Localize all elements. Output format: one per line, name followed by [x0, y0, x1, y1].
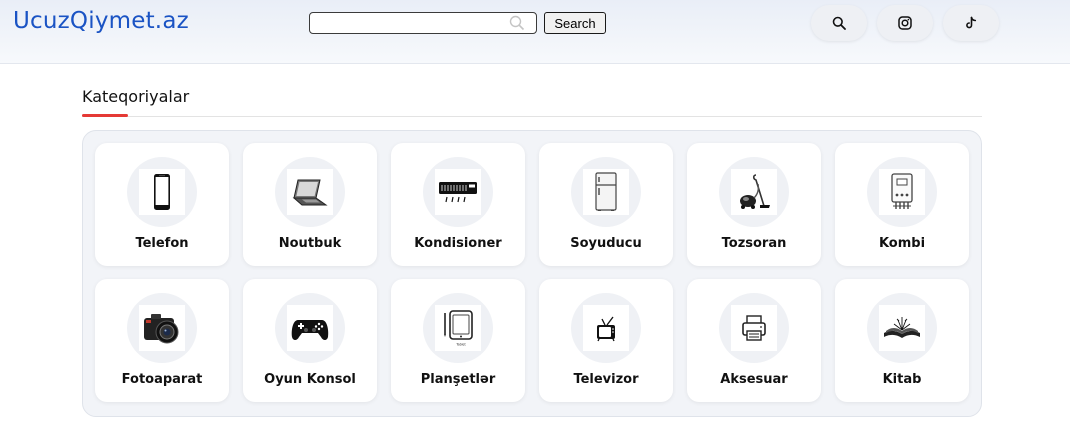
category-card-telefon[interactable]: Telefon	[95, 143, 229, 266]
tablet-icon-caption: Tablet	[455, 343, 466, 347]
category-label: Televizor	[573, 372, 639, 387]
category-card-kombi[interactable]: Kombi	[835, 143, 969, 266]
site-logo[interactable]: UcuzQiymet.az	[13, 8, 189, 34]
section-title: Kateqoriyalar	[82, 87, 190, 106]
vacuum-icon	[740, 174, 770, 209]
boiler-icon	[891, 173, 913, 209]
gamepad-icon	[291, 320, 329, 340]
category-label: Oyun Konsol	[264, 372, 356, 387]
tablet-icon: Tablet	[444, 310, 473, 347]
category-card-noutbuk[interactable]: Noutbuk	[243, 143, 377, 266]
fridge-icon	[595, 172, 617, 211]
book-icon	[884, 317, 920, 338]
search-icon	[832, 16, 846, 30]
category-label: Kitab	[882, 372, 922, 387]
instagram-icon	[898, 16, 912, 30]
category-card-plansetler[interactable]: Tablet Planşetlər	[391, 279, 525, 402]
category-card-fotoaparat[interactable]: Fotoaparat	[95, 279, 229, 402]
search-input[interactable]	[309, 12, 537, 34]
air-conditioner-icon	[439, 182, 477, 203]
category-card-kondisioner[interactable]: Kondisioner	[391, 143, 525, 266]
tiktok-button[interactable]	[943, 5, 999, 41]
category-label: Soyuducu	[570, 236, 642, 251]
search-icon	[509, 15, 525, 31]
tiktok-icon	[966, 16, 977, 29]
category-card-kitab[interactable]: Kitab	[835, 279, 969, 402]
section-divider	[82, 116, 982, 117]
tv-icon	[597, 316, 615, 342]
category-label: Aksesuar	[720, 372, 788, 387]
laptop-icon	[292, 179, 328, 206]
printer-icon	[742, 315, 766, 341]
category-card-soyuducu[interactable]: Soyuducu	[539, 143, 673, 266]
category-label: Telefon	[135, 236, 189, 251]
category-label: Planşetlər	[420, 372, 496, 387]
category-label: Fotoaparat	[121, 372, 203, 387]
category-label: Tozsoran	[721, 236, 787, 251]
category-card-tozsoran[interactable]: Tozsoran	[687, 143, 821, 266]
header-search-button[interactable]	[811, 5, 867, 41]
category-label: Noutbuk	[278, 236, 342, 251]
category-label: Kombi	[878, 236, 926, 251]
category-label: Kondisioner	[414, 236, 502, 251]
category-card-aksesuar[interactable]: Aksesuar	[687, 279, 821, 402]
category-grid: Telefon Noutbuk Kondisioner Soyuducu Toz…	[95, 143, 970, 405]
instagram-button[interactable]	[877, 5, 933, 41]
section-title-accent	[82, 114, 128, 117]
phone-icon	[154, 174, 170, 210]
category-card-oyun-konsol[interactable]: Oyun Konsol	[243, 279, 377, 402]
search-button[interactable]: Search	[544, 12, 606, 34]
site-header: UcuzQiymet.az Search	[0, 0, 1070, 64]
category-card-televizor[interactable]: Televizor	[539, 279, 673, 402]
camera-icon	[144, 314, 179, 344]
